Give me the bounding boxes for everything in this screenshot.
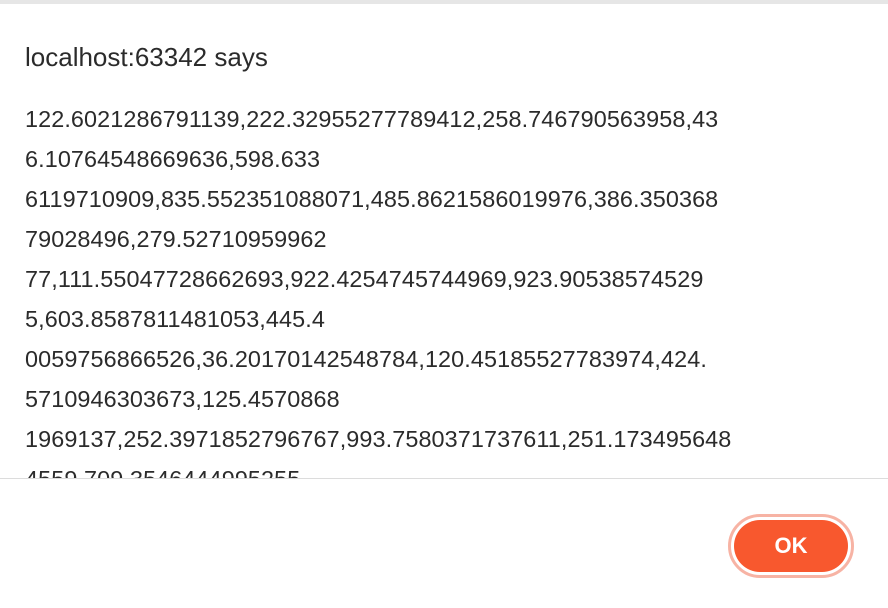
dialog-message: 122.6021286791139,222.32955277789412,258… [0,100,888,478]
message-line: 5,603.8587811481053,445.4 [25,306,325,332]
message-line: 4559,709.3546444995255 [25,466,300,478]
dialog-title: localhost:63342 says [25,42,268,72]
message-line: 1969137,252.3971852796767,993.7580371737… [25,426,732,452]
dialog-divider [0,478,888,479]
message-line: 5710946303673,125.4570868 [25,386,340,412]
ok-button-label: OK [734,520,848,572]
message-line: 6119710909,835.552351088071,485.86215860… [25,186,719,212]
message-line: 122.6021286791139,222.32955277789412,258… [25,106,719,132]
message-line: 79028496,279.52710959962 [25,226,327,252]
message-line: 6.10764548669636,598.633 [25,146,321,172]
message-line: 0059756866526,36.20170142548784,120.4518… [25,346,707,372]
message-line: 77,111.55047728662693,922.4254745744969,… [25,266,704,292]
alert-dialog: localhost:63342 says 122.6021286791139,2… [0,4,888,608]
ok-button[interactable]: OK [728,514,854,578]
